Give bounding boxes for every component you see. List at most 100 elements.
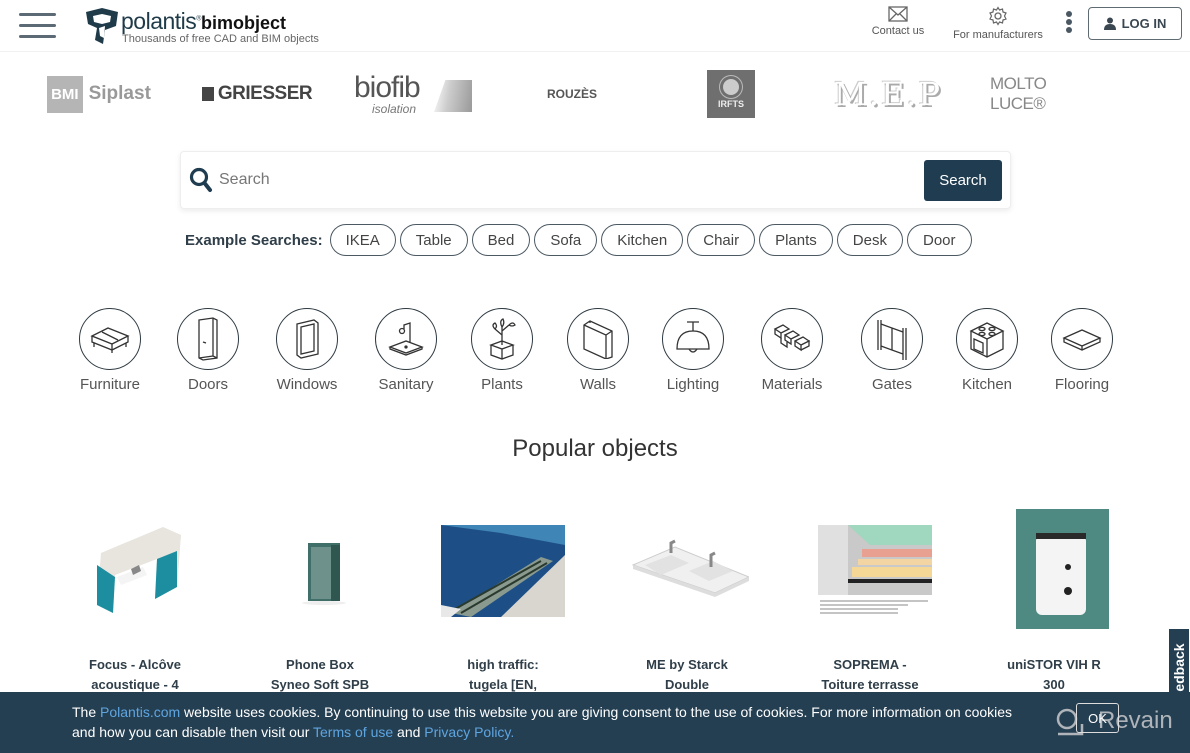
cookie-ok-button[interactable]: OK	[1076, 703, 1119, 733]
for-manufacturers-label: For manufacturers	[953, 29, 1043, 41]
example-searches: Example Searches: IKEA Table Bed Sofa Ki…	[185, 224, 972, 256]
brand-griesser[interactable]: GRIESSER	[196, 66, 318, 122]
brand-mep-name: M.E.P	[834, 75, 942, 113]
example-chip-chair[interactable]: Chair	[687, 224, 756, 256]
site-header: polantis®bimobject Thousands of free CAD…	[0, 0, 1190, 52]
brand-siplast[interactable]: BMI Siplast	[40, 66, 158, 122]
product-image-alcove	[73, 505, 197, 629]
product-name: uniSTOR VIH R	[1007, 657, 1101, 672]
shower-icon	[388, 322, 424, 356]
irfts-sun-icon	[723, 79, 739, 95]
brand-irfts[interactable]: IRFTS	[707, 70, 755, 118]
category-materials[interactable]: Materials	[742, 308, 842, 393]
product-name: SOPREMA -	[833, 657, 907, 672]
login-button[interactable]: LOG IN	[1088, 7, 1182, 40]
stove-icon	[969, 322, 1005, 358]
product-name: Focus - Alcôve	[89, 657, 181, 672]
polantis-link[interactable]: Polantis.com	[100, 704, 180, 720]
category-plants[interactable]: Plants	[452, 308, 552, 393]
product-image-escalator	[441, 505, 565, 629]
terms-of-use-link[interactable]: Terms of use	[313, 724, 393, 740]
floor-tile-icon	[1062, 329, 1102, 351]
brand-biofib-sub: isolation	[372, 102, 417, 116]
brand-rouzes[interactable]: ROUZÈS	[532, 66, 612, 122]
category-lighting[interactable]: Lighting	[643, 308, 743, 393]
category-label: Flooring	[1054, 376, 1110, 393]
brand-molto-luce[interactable]: MOLTO LUCE®	[990, 66, 1104, 122]
cookie-text: and	[393, 724, 425, 740]
category-windows[interactable]: Windows	[257, 308, 357, 393]
brand-siplast-name: Siplast	[88, 83, 151, 104]
category-furniture[interactable]: Furniture	[60, 308, 160, 393]
envelope-icon	[888, 6, 908, 22]
popular-objects-title: Popular objects	[512, 435, 678, 462]
category-label: Plants	[481, 376, 523, 393]
cookie-banner: The Polantis.com website uses cookies. B…	[0, 692, 1190, 753]
search-icon	[189, 167, 212, 192]
polantis-logo-icon	[86, 8, 118, 44]
lamp-icon	[676, 321, 710, 353]
brand-mep[interactable]: M.E.P	[832, 66, 944, 122]
example-chip-bed[interactable]: Bed	[471, 224, 531, 256]
logo[interactable]: polantis®bimobject Thousands of free CAD…	[83, 6, 353, 48]
product-image-roof-section	[808, 505, 932, 629]
search-input[interactable]	[219, 164, 909, 196]
product-card[interactable]: SOPREMA - Toiture terrasse	[800, 505, 940, 695]
brand-molto-luce-name: MOLTO LUCE®	[990, 74, 1047, 113]
category-gates[interactable]: Gates	[842, 308, 942, 393]
product-card[interactable]: uniSTOR VIH R 300	[984, 505, 1124, 695]
plant-icon	[489, 318, 516, 360]
category-kitchen[interactable]: Kitchen	[937, 308, 1037, 393]
for-manufacturers-link[interactable]: For manufacturers	[942, 6, 1054, 41]
example-chip-kitchen[interactable]: Kitchen	[601, 224, 684, 256]
category-list: Furniture Doors Windows Sanitary Plants …	[0, 308, 1190, 393]
login-label: LOG IN	[1121, 16, 1167, 31]
bricks-icon	[773, 324, 811, 352]
brand-griesser-name: GRIESSER	[217, 83, 313, 104]
brand-siplast-bmi: BMI	[47, 75, 83, 113]
brand-irfts-name: IRFTS	[718, 99, 744, 109]
search-button[interactable]: Search	[924, 160, 1002, 201]
category-flooring[interactable]: Flooring	[1032, 308, 1132, 393]
category-doors[interactable]: Doors	[158, 308, 258, 393]
cookie-text-line1: The Polantis.com website uses cookies. B…	[72, 702, 1190, 722]
contact-us-link[interactable]: Contact us	[864, 6, 932, 37]
privacy-policy-link[interactable]: Privacy Policy.	[424, 724, 514, 740]
product-card[interactable]: Focus - Alcôve acoustique - 4	[65, 505, 205, 695]
category-sanitary[interactable]: Sanitary	[356, 308, 456, 393]
brand-biofib[interactable]: biofib isolation	[354, 66, 474, 122]
brand-biofib-name: biofib	[354, 71, 421, 104]
window-icon	[296, 319, 319, 359]
example-chip-plants[interactable]: Plants	[759, 224, 833, 256]
product-image-water-tank	[992, 505, 1116, 629]
example-chip-sofa[interactable]: Sofa	[534, 224, 598, 256]
user-icon	[1103, 17, 1116, 30]
category-walls[interactable]: Walls	[548, 308, 648, 393]
product-card[interactable]: ME by Starck Double	[617, 505, 757, 695]
example-chip-door[interactable]: Door	[906, 224, 972, 256]
product-card[interactable]: Phone Box Syneo Soft SPB	[250, 505, 390, 695]
gear-icon	[989, 6, 1007, 26]
product-image-phone-box	[258, 505, 382, 629]
example-searches-label: Example Searches:	[185, 231, 323, 249]
category-label: Walls	[579, 376, 617, 393]
brand-rouzes-name: ROUZÈS	[546, 87, 597, 101]
more-options-icon[interactable]	[1063, 11, 1075, 37]
category-label: Furniture	[79, 376, 141, 393]
logo-name: polantis	[121, 8, 197, 34]
category-label: Materials	[761, 376, 823, 393]
cookie-text-line2: and how you can disable then visit our T…	[72, 722, 1190, 742]
category-label: Doors	[187, 376, 228, 393]
example-chip-desk[interactable]: Desk	[836, 224, 903, 256]
menu-icon[interactable]	[19, 13, 56, 39]
popular-objects-list: Focus - Alcôve acoustique - 4 Phone Box Sy…	[0, 505, 1190, 695]
example-chip-ikea[interactable]: IKEA	[329, 224, 396, 256]
tagline: Thousands of free CAD and BIM objects	[122, 33, 319, 45]
category-label: Lighting	[666, 376, 720, 393]
cookie-text: website uses cookies. By continuing to u…	[180, 704, 1013, 720]
cookie-text: The	[72, 704, 101, 720]
example-chip-table[interactable]: Table	[399, 224, 468, 256]
door-icon	[198, 317, 218, 361]
sofa-icon	[90, 327, 130, 353]
product-card[interactable]: high traffic: tugela [EN,	[433, 505, 573, 695]
